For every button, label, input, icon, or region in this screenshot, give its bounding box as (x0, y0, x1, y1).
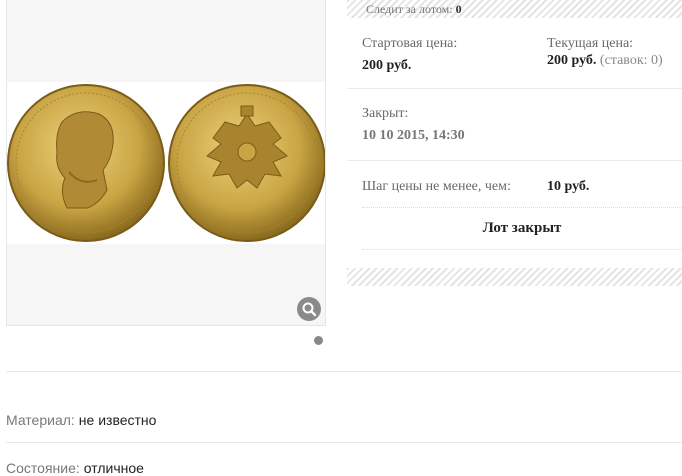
property-value: не известно (78, 412, 157, 428)
step-value: 10 руб. (547, 179, 590, 194)
start-price-label: Стартовая цена: (362, 36, 458, 51)
divider (347, 160, 682, 161)
coin-photo[interactable] (7, 82, 326, 244)
property-label: Состояние: (6, 460, 80, 476)
gallery-dot[interactable] (314, 336, 323, 345)
step-label: Шаг цены не менее, чем: (362, 179, 511, 194)
watchers-count: 0 (455, 2, 462, 16)
current-price-value: 200 руб. (547, 53, 597, 68)
property-condition: Состояние: отличное (6, 460, 144, 476)
current-price-label: Текущая цена: (547, 36, 634, 51)
dotted-divider (362, 207, 682, 208)
watchers: Следит за лотом: 0 (366, 2, 462, 17)
watchers-label: Следит за лотом: (366, 2, 453, 16)
coin-reverse (168, 84, 326, 242)
lot-image-gallery (6, 0, 326, 326)
property-label: Материал: (6, 412, 75, 428)
current-price: 200 руб. (ставок: 0) (547, 53, 663, 69)
divider (6, 442, 682, 443)
property-value: отличное (83, 460, 144, 476)
divider (347, 88, 682, 89)
bids-count: (ставок: 0) (599, 53, 663, 68)
divider (6, 371, 682, 372)
start-price-value: 200 руб. (362, 58, 412, 73)
zoom-button[interactable] (297, 297, 321, 321)
coin-obverse (7, 84, 165, 242)
hatch-divider-bottom (347, 268, 682, 286)
lot-closed-status: Лот закрыт (482, 220, 562, 236)
closed-value: 10 10 2015, 14:30 (362, 128, 465, 143)
closed-label: Закрыт: (362, 106, 409, 121)
magnifier-icon (302, 302, 317, 317)
coin-image (7, 84, 326, 242)
property-material: Материал: не известно (6, 412, 156, 428)
dotted-divider (362, 249, 682, 250)
